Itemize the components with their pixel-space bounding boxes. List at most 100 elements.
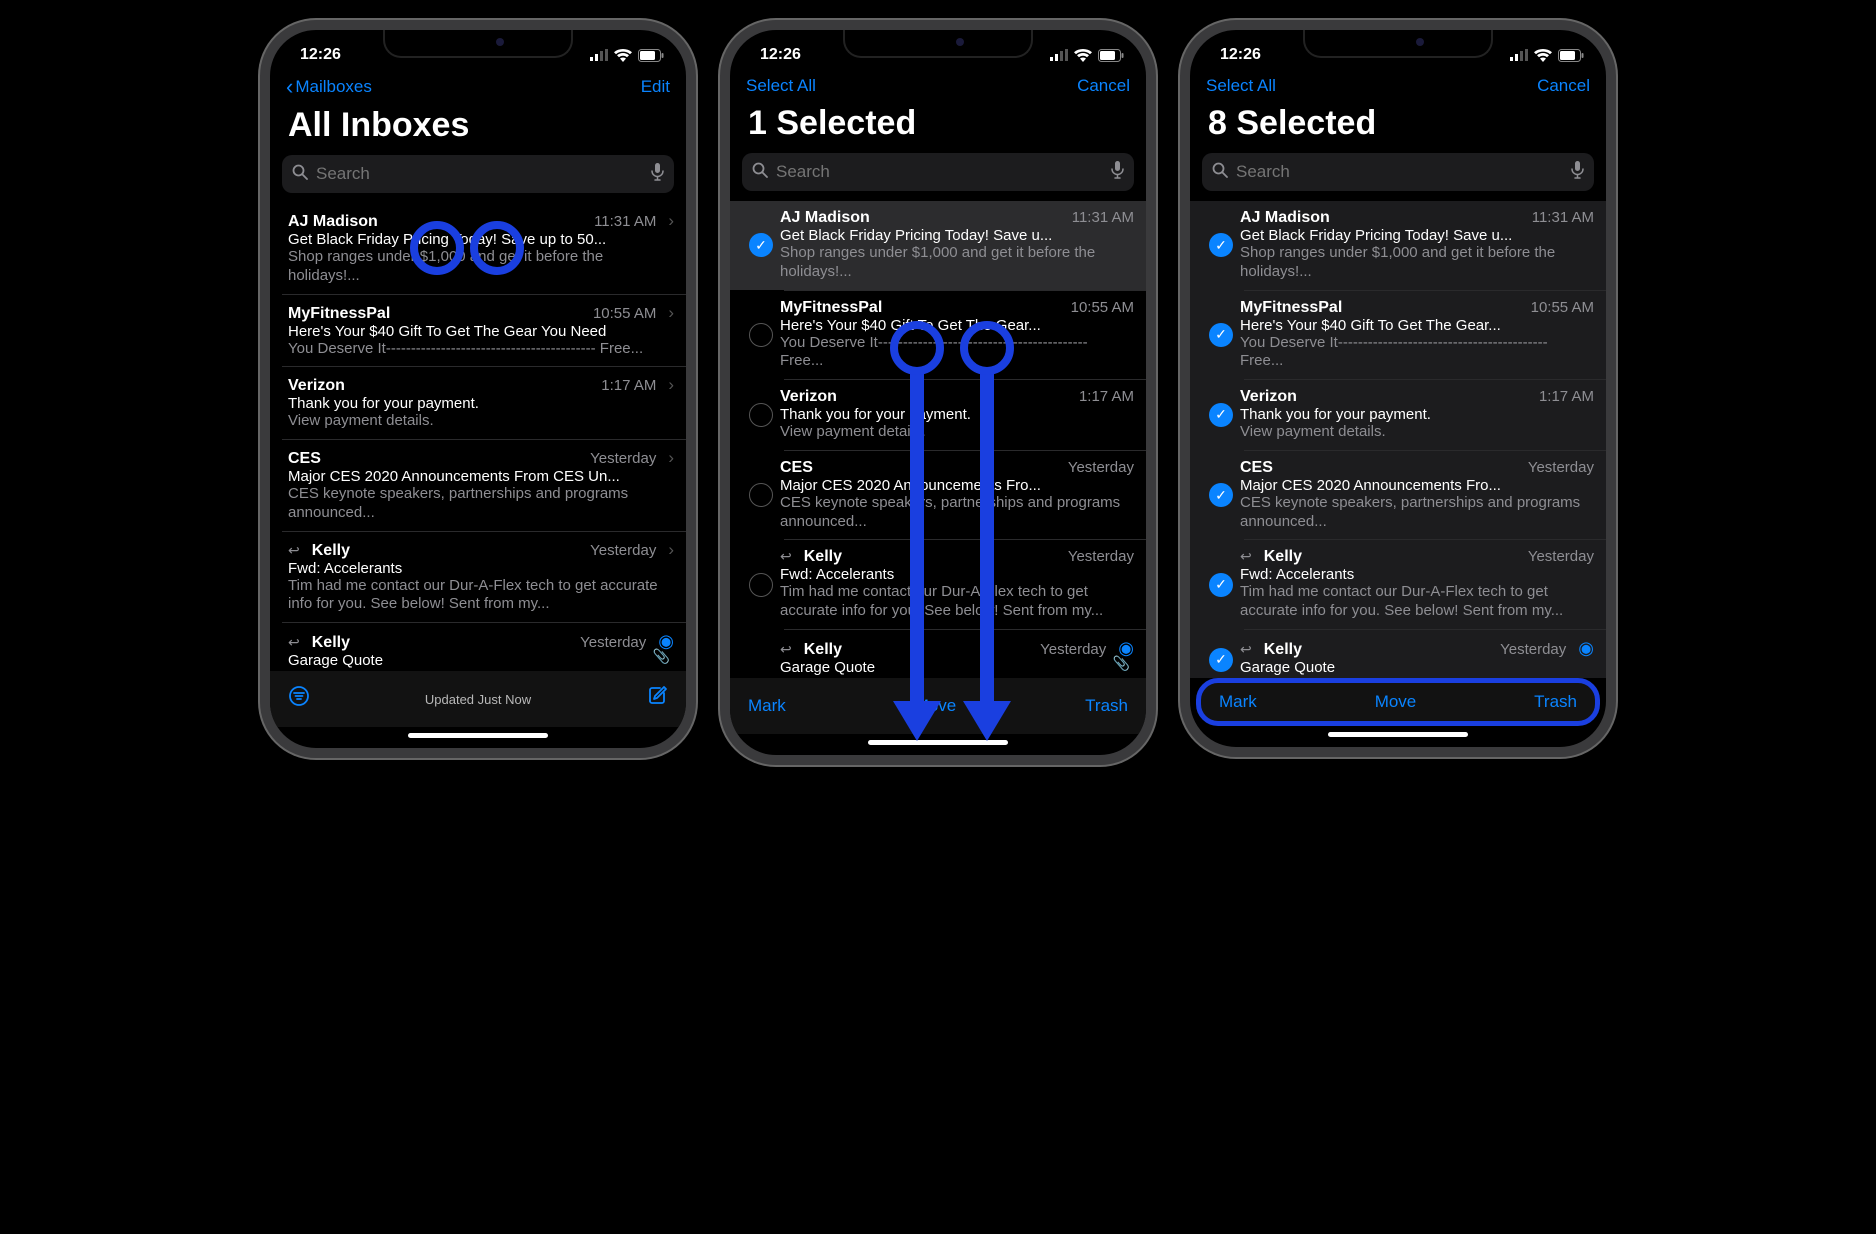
email-subject: Major CES 2020 Announcements From CES Un… <box>288 468 674 485</box>
email-row[interactable]: ✓ ↩KellyYesterday Fwd: Accelerants Tim h… <box>1190 540 1606 629</box>
email-row[interactable]: CESYesterday Major CES 2020 Announcement… <box>730 451 1146 540</box>
email-time: 11:31 AM <box>1532 209 1594 226</box>
cancel-button[interactable]: Cancel <box>1537 76 1590 96</box>
email-sender: Kelly <box>804 548 1060 566</box>
move-button[interactable]: Move <box>1375 692 1417 712</box>
search-input[interactable] <box>316 164 651 184</box>
trash-button[interactable]: Trash <box>1534 692 1577 712</box>
checkbox-checked[interactable]: ✓ <box>1209 648 1233 672</box>
email-subject: Get Black Friday Pricing Today! Save u..… <box>780 227 1134 244</box>
checkbox-empty[interactable] <box>749 573 773 597</box>
reply-icon: ↩ <box>288 542 300 559</box>
checkbox-checked[interactable]: ✓ <box>1209 483 1233 507</box>
email-preview: View payment details. <box>780 423 1134 442</box>
mark-button[interactable]: Mark <box>1219 692 1257 712</box>
checkbox-empty[interactable] <box>749 483 773 507</box>
email-preview: Shop ranges under $1,000 and get it befo… <box>1240 244 1594 282</box>
microphone-icon[interactable] <box>1111 161 1124 184</box>
compose-button[interactable] <box>646 685 668 713</box>
email-row[interactable]: Verizon1:17 AM› Thank you for your payme… <box>270 367 686 439</box>
phone-1: 12:26 ‹ Mailboxes Edit All Inboxes <box>260 20 696 758</box>
annotation-two-finger-tap <box>410 221 464 275</box>
email-sender: Kelly <box>1264 641 1492 659</box>
back-button[interactable]: ‹ Mailboxes <box>286 76 372 98</box>
checkbox-empty[interactable] <box>749 323 773 347</box>
home-indicator[interactable] <box>1328 732 1468 737</box>
search-input[interactable] <box>776 162 1111 182</box>
email-list[interactable]: AJ Madison11:31 AM› Get Black Friday Pri… <box>270 203 686 671</box>
edit-button[interactable]: Edit <box>641 77 670 97</box>
email-row[interactable]: Verizon1:17 AM Thank you for your paymen… <box>730 380 1146 450</box>
annotation-arrow <box>910 369 924 709</box>
thread-indicator-icon: ◉ <box>1578 638 1594 659</box>
checkbox-checked[interactable]: ✓ <box>749 233 773 257</box>
email-subject: Here's Your $40 Gift To Get The Gear... <box>780 317 1134 334</box>
email-row[interactable]: ↩KellyYesterday◉ Garage Quote 📎 <box>730 630 1146 678</box>
email-time: 11:31 AM <box>594 213 656 230</box>
email-subject: Thank you for your payment. <box>288 395 674 412</box>
email-time: 1:17 AM <box>1539 388 1594 405</box>
email-row[interactable]: ✓ AJ Madison11:31 AM Get Black Friday Pr… <box>1190 201 1606 290</box>
email-preview: View payment details. <box>288 412 674 431</box>
email-row[interactable]: ✓ AJ Madison11:31 AM Get Black Friday Pr… <box>730 201 1146 290</box>
email-row[interactable]: ✓ Verizon1:17 AM Thank you for your paym… <box>1190 380 1606 450</box>
microphone-icon[interactable] <box>651 163 664 186</box>
home-indicator[interactable] <box>408 733 548 738</box>
email-sender: Verizon <box>288 377 593 395</box>
email-list[interactable]: ✓ AJ Madison11:31 AM Get Black Friday Pr… <box>1190 201 1606 678</box>
email-row[interactable]: ↩KellyYesterday› Fwd: Accelerants Tim ha… <box>270 532 686 623</box>
reply-icon: ↩ <box>780 641 792 658</box>
checkbox-checked[interactable]: ✓ <box>1209 573 1233 597</box>
email-row[interactable]: MyFitnessPal10:55 AM› Here's Your $40 Gi… <box>270 295 686 367</box>
chevron-right-icon: › <box>668 540 674 560</box>
email-sender: Kelly <box>1264 548 1520 566</box>
email-subject: Fwd: Accelerants <box>780 566 1134 583</box>
trash-button[interactable]: Trash <box>1085 696 1128 716</box>
cancel-button[interactable]: Cancel <box>1077 76 1130 96</box>
email-preview: You Deserve It--------------------------… <box>1240 334 1594 372</box>
email-time: Yesterday <box>1500 641 1566 658</box>
checkbox-checked[interactable]: ✓ <box>1209 323 1233 347</box>
email-preview: CES keynote speakers, partnerships and p… <box>288 485 674 523</box>
email-preview: CES keynote speakers, partnerships and p… <box>1240 494 1594 532</box>
filter-button[interactable] <box>288 685 310 713</box>
email-time: 10:55 AM <box>1531 299 1594 316</box>
search-bar[interactable] <box>742 153 1134 191</box>
mark-button[interactable]: Mark <box>748 696 786 716</box>
phone-3: 12:26 Select All Cancel 8 Selected ✓ AJ … <box>1180 20 1616 757</box>
email-row[interactable]: ✓ CESYesterday Major CES 2020 Announceme… <box>1190 451 1606 540</box>
email-subject: Here's Your $40 Gift To Get The Gear... <box>1240 317 1594 334</box>
search-input[interactable] <box>1236 162 1571 182</box>
signal-icon <box>1050 49 1068 61</box>
checkbox-checked[interactable]: ✓ <box>1209 403 1233 427</box>
email-row[interactable]: ↩KellyYesterday◉ Garage Quote 📎 <box>270 623 686 671</box>
wifi-icon <box>1534 49 1552 62</box>
toolbar: Updated Just Now <box>270 671 686 727</box>
email-row[interactable]: ✓ MyFitnessPal10:55 AM Here's Your $40 G… <box>1190 291 1606 380</box>
microphone-icon[interactable] <box>1571 161 1584 184</box>
email-preview: You Deserve It--------------------------… <box>288 340 674 359</box>
email-row[interactable]: ↩KellyYesterday Fwd: Accelerants Tim had… <box>730 540 1146 629</box>
select-all-button[interactable]: Select All <box>1206 76 1276 96</box>
chevron-right-icon: › <box>668 303 674 323</box>
search-icon <box>752 162 768 183</box>
select-all-button[interactable]: Select All <box>746 76 816 96</box>
email-subject: Get Black Friday Pricing Today! Save u..… <box>1240 227 1594 244</box>
email-time: Yesterday <box>580 634 646 651</box>
email-preview: Tim had me contact our Dur-A-Flex tech t… <box>1240 583 1594 621</box>
email-subject: Major CES 2020 Announcements Fro... <box>1240 477 1594 494</box>
page-title: 1 Selected <box>730 102 1146 153</box>
search-bar[interactable] <box>1202 153 1594 191</box>
email-sender: MyFitnessPal <box>288 305 585 323</box>
email-subject: Here's Your $40 Gift To Get The Gear You… <box>288 323 674 340</box>
checkbox-checked[interactable]: ✓ <box>1209 233 1233 257</box>
signal-icon <box>1510 49 1528 61</box>
email-list[interactable]: ✓ AJ Madison11:31 AM Get Black Friday Pr… <box>730 201 1146 678</box>
email-row[interactable]: ✓ ↩KellyYesterday◉ Garage Quote <box>1190 630 1606 678</box>
annotation-arrowhead <box>893 701 941 741</box>
checkbox-empty[interactable] <box>749 403 773 427</box>
search-bar[interactable] <box>282 155 674 193</box>
battery-icon <box>638 49 664 62</box>
email-row[interactable]: CESYesterday› Major CES 2020 Announcemen… <box>270 440 686 531</box>
wifi-icon <box>614 49 632 62</box>
